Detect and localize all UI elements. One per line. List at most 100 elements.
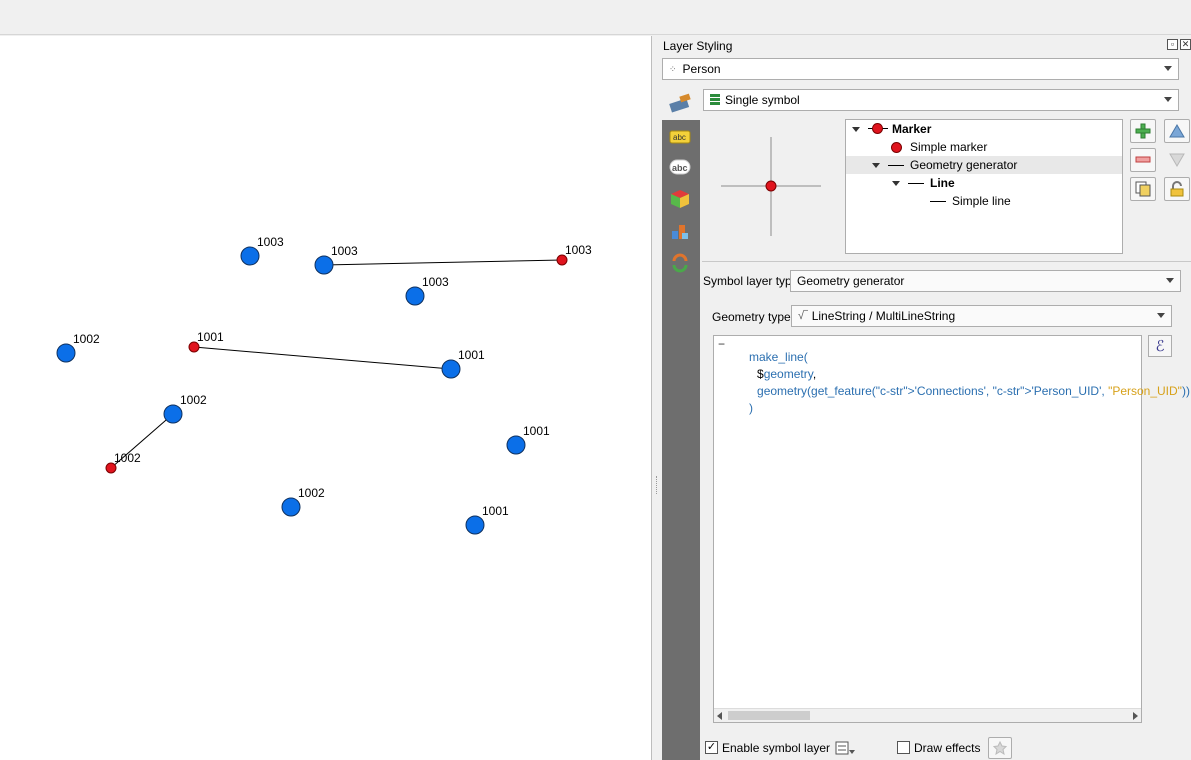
splitter-grip: [656, 476, 658, 494]
red-circle-icon: [891, 141, 902, 153]
chevron-down-icon: [1164, 66, 1172, 71]
symbol-layer-type-label: Symbol layer type: [703, 274, 799, 288]
person-point[interactable]: [441, 359, 461, 379]
point-label: 1002: [73, 332, 100, 346]
triangle-down-icon: [1169, 153, 1185, 167]
expand-arrow-icon[interactable]: [852, 126, 860, 132]
symbol-preview: [710, 120, 840, 248]
person-point[interactable]: [163, 404, 183, 424]
minus-icon: [1135, 156, 1151, 163]
point-label: 1003: [257, 235, 284, 249]
point-label: 1001: [523, 424, 550, 438]
renderer-select[interactable]: Single symbol: [703, 89, 1179, 111]
move-down-button[interactable]: [1164, 148, 1190, 172]
expression-builder-button[interactable]: ℰ: [1148, 335, 1172, 357]
line-icon: [908, 182, 924, 184]
person-point[interactable]: [405, 286, 425, 306]
float-panel-button[interactable]: ▫: [1167, 39, 1178, 50]
lock-icon: [1170, 181, 1184, 197]
duplicate-layer-button[interactable]: [1130, 177, 1156, 201]
point-label: 1002: [298, 486, 325, 500]
svg-text:abc: abc: [673, 133, 686, 142]
tree-item-simple-marker[interactable]: Simple marker: [846, 138, 1122, 156]
paintbrush-icon[interactable]: [668, 92, 694, 116]
triangle-up-icon: [1169, 124, 1185, 138]
expand-arrow-icon[interactable]: [892, 180, 900, 186]
epsilon-icon: ℰ: [1155, 337, 1165, 355]
dock-splitter[interactable]: [652, 36, 662, 760]
draw-effects-label: Draw effects: [914, 741, 981, 755]
point-label: 1002: [180, 393, 207, 407]
masks-icon[interactable]: abc: [667, 154, 693, 180]
linestring-icon: √‾: [798, 310, 808, 322]
star-icon: [993, 741, 1007, 755]
scroll-left-icon[interactable]: [717, 712, 722, 720]
layer-select-value: Person: [682, 62, 721, 76]
tree-item-line[interactable]: Line: [846, 174, 1122, 192]
chevron-down-icon: [1164, 97, 1172, 102]
symbol-layer-type-value: Geometry generator: [797, 274, 905, 288]
layer-styling-panel: Layer Styling ▫ ✕ ⁘ Person Single symbol…: [662, 36, 1191, 760]
chevron-down-icon: [1157, 313, 1165, 318]
customize-effects-button[interactable]: [988, 737, 1012, 759]
close-panel-button[interactable]: ✕: [1180, 39, 1191, 50]
tree-item-marker[interactable]: Marker: [846, 120, 1122, 138]
person-point[interactable]: [56, 343, 76, 363]
person-point[interactable]: [506, 435, 526, 455]
horizontal-scrollbar[interactable]: [714, 708, 1141, 722]
svg-text:abc: abc: [672, 163, 688, 173]
point-label: 1001: [458, 348, 485, 362]
code-text: ): [749, 401, 754, 415]
connection-line: [323, 259, 563, 266]
panel-title: Layer Styling: [663, 39, 733, 53]
geometry-type-select[interactable]: √‾ LineString / MultiLineString: [791, 305, 1172, 327]
diagrams-icon[interactable]: [667, 218, 693, 244]
code-line: − make_line(: [714, 336, 808, 364]
lock-layer-button[interactable]: [1164, 177, 1190, 201]
line-icon: [888, 164, 904, 166]
history-icon[interactable]: [667, 250, 693, 276]
map-canvas[interactable]: 1003 1003 1003 1003 1002 1001 1001 1002 1001 1002…: [0, 36, 652, 760]
layer-select[interactable]: ⁘ Person: [662, 58, 1179, 80]
marker-line-icon: [868, 123, 888, 135]
point-label: 1002: [114, 451, 141, 465]
move-up-button[interactable]: [1164, 119, 1190, 143]
labels-icon[interactable]: abc: [667, 124, 693, 150]
data-defined-override-icon[interactable]: [834, 739, 856, 757]
tree-item-geometry-generator[interactable]: Geometry generator: [846, 156, 1122, 174]
code-text: geometry(get_feature("c-str">'Connection…: [757, 384, 1190, 398]
plus-icon: [1135, 123, 1151, 139]
scrollbar-thumb[interactable]: [728, 711, 810, 720]
symbol-layer-tree: Marker Simple marker Geometry generator …: [845, 119, 1123, 254]
tree-item-label: Simple marker: [910, 140, 988, 154]
point-layer-icon: ⁘: [669, 63, 677, 74]
fold-marker-icon[interactable]: −: [718, 337, 725, 351]
scroll-right-icon[interactable]: [1133, 712, 1138, 720]
3d-view-icon[interactable]: [667, 186, 693, 212]
person-point[interactable]: [281, 497, 301, 517]
enable-symbol-layer-checkbox[interactable]: ✓: [705, 741, 718, 754]
code-line: ): [729, 387, 753, 415]
add-symbol-layer-button[interactable]: [1130, 119, 1156, 143]
symbol-layer-type-select[interactable]: Geometry generator: [790, 270, 1181, 292]
expression-editor[interactable]: − make_line( $geometry, geometry(get_feat…: [713, 335, 1190, 723]
person-point[interactable]: [240, 246, 260, 266]
point-label: 1003: [331, 244, 358, 258]
code-line: $geometry,: [737, 353, 816, 381]
tree-item-simple-line[interactable]: Simple line: [846, 192, 1122, 210]
tree-item-label: Geometry generator: [910, 158, 1018, 172]
expand-arrow-icon[interactable]: [872, 162, 880, 168]
person-point[interactable]: [314, 255, 334, 275]
enable-symbol-layer-label: Enable symbol layer: [722, 741, 831, 755]
single-symbol-icon: [710, 94, 720, 106]
remove-symbol-layer-button[interactable]: [1130, 148, 1156, 172]
draw-effects-checkbox[interactable]: [897, 741, 910, 754]
map-svg: 1003 1003 1003 1003 1002 1001 1001 1002 1001 1002…: [56, 235, 592, 535]
main-toolbar: [0, 0, 1191, 35]
geometry-type-label: Geometry type: [712, 310, 791, 324]
person-point[interactable]: [465, 515, 485, 535]
section-divider: [702, 261, 1191, 262]
connection-line: [193, 346, 452, 370]
point-label: 1003: [422, 275, 449, 289]
chevron-down-icon: [1166, 278, 1174, 283]
